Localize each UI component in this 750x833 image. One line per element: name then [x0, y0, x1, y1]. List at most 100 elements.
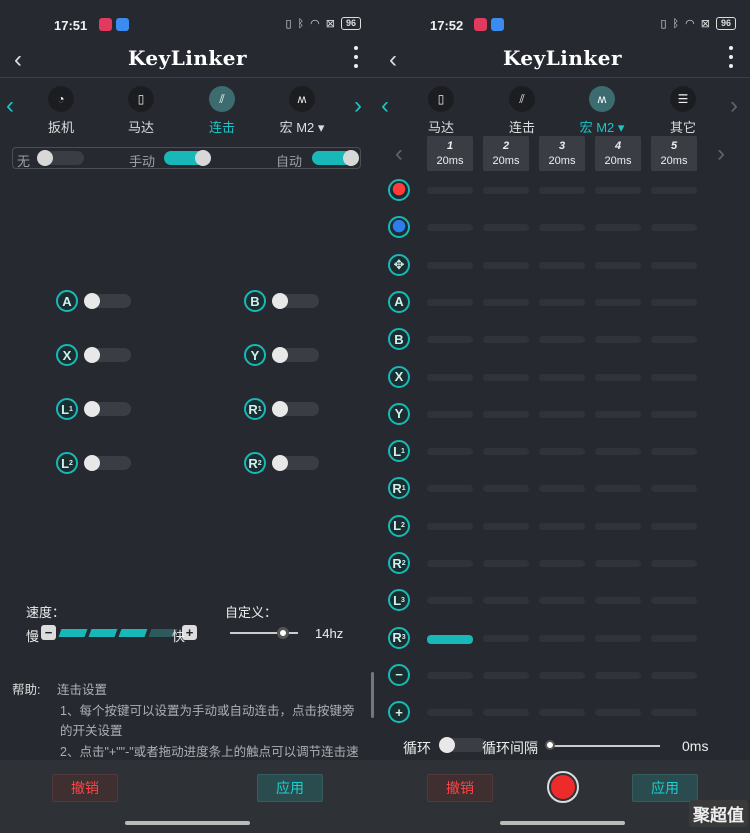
macro-cell[interactable]	[651, 709, 697, 717]
macro-cell[interactable]	[427, 336, 473, 344]
macro-cell[interactable]	[651, 634, 697, 642]
macro-cell[interactable]	[651, 187, 697, 194]
macro-cell[interactable]	[483, 522, 529, 530]
loop-interval-knob[interactable]	[545, 740, 555, 750]
macro-cell[interactable]	[651, 560, 697, 567]
macro-cell[interactable]	[539, 373, 585, 381]
turbo-toggle-r1[interactable]	[272, 401, 319, 417]
macro-cell[interactable]	[427, 485, 473, 493]
macro-cell[interactable]	[595, 298, 641, 306]
macro-cell[interactable]	[595, 224, 641, 232]
macro-cell[interactable]	[483, 224, 529, 232]
macro-cell[interactable]	[539, 410, 585, 418]
macro-cell[interactable]	[427, 261, 473, 269]
macro-cell[interactable]	[483, 671, 529, 679]
cancel-button[interactable]: 撤销	[52, 774, 118, 802]
macro-cell[interactable]	[539, 560, 585, 567]
macro-cell[interactable]	[483, 298, 529, 306]
macro-cell[interactable]	[539, 522, 585, 530]
tab-macro[interactable]: ʍ 宏 M2 ▾	[272, 86, 332, 136]
tab-turbo[interactable]: ⫽ 连击	[492, 86, 552, 136]
macro-cell[interactable]	[427, 298, 473, 306]
macro-cell[interactable]	[483, 373, 529, 381]
macro-cell[interactable]	[539, 597, 585, 605]
macro-cell[interactable]	[595, 709, 641, 717]
tab-vibration[interactable]: ▯ 马达	[111, 86, 171, 136]
macro-cell[interactable]	[483, 336, 529, 344]
apply-button[interactable]: 应用	[632, 774, 698, 802]
macro-cell[interactable]	[427, 671, 473, 679]
macro-cell[interactable]	[651, 410, 697, 418]
macro-cell[interactable]	[483, 485, 529, 493]
macro-cell[interactable]	[595, 485, 641, 493]
macro-cell[interactable]	[427, 522, 473, 530]
macro-cell[interactable]	[595, 410, 641, 418]
macro-cell[interactable]	[427, 410, 473, 418]
macro-cell[interactable]	[539, 448, 585, 456]
macro-cell[interactable]	[427, 373, 473, 381]
steps-prev-arrow[interactable]: ‹	[395, 140, 403, 168]
tab-macro[interactable]: ʍ 宏 M2 ▾	[572, 86, 632, 136]
macro-cell[interactable]	[651, 261, 697, 269]
macro-cell[interactable]	[595, 261, 641, 269]
macro-cell[interactable]	[595, 336, 641, 344]
apply-button[interactable]: 应用	[257, 774, 323, 802]
turbo-toggle-l2[interactable]	[84, 455, 131, 471]
cancel-button[interactable]: 撤销	[427, 774, 493, 802]
turbo-toggle-y[interactable]	[272, 347, 319, 363]
mode-manual-toggle[interactable]	[164, 150, 211, 166]
mode-auto-toggle[interactable]	[312, 150, 359, 166]
macro-cell[interactable]	[427, 448, 473, 456]
macro-cell[interactable]	[595, 448, 641, 456]
tab-vibration[interactable]: ▯ 马达	[411, 86, 471, 136]
loop-toggle[interactable]	[439, 737, 486, 753]
macro-cell[interactable]	[427, 187, 473, 194]
more-options-icon[interactable]	[353, 46, 359, 68]
macro-cell[interactable]	[539, 709, 585, 717]
macro-cell[interactable]	[651, 298, 697, 306]
macro-cell[interactable]	[651, 597, 697, 605]
loop-interval-slider[interactable]	[550, 745, 660, 747]
more-options-icon[interactable]	[728, 46, 734, 68]
macro-cell[interactable]	[595, 522, 641, 530]
macro-cell[interactable]	[539, 634, 585, 642]
macro-cell[interactable]	[483, 448, 529, 456]
macro-cell[interactable]	[595, 560, 641, 567]
macro-cell[interactable]	[483, 410, 529, 418]
turbo-toggle-b[interactable]	[272, 293, 319, 309]
macro-cell-active[interactable]	[427, 634, 473, 644]
macro-cell[interactable]	[483, 634, 529, 642]
macro-cell[interactable]	[539, 298, 585, 306]
macro-step[interactable]: 1 20ms	[427, 136, 473, 171]
macro-cell[interactable]	[539, 485, 585, 493]
speed-minus-button[interactable]: −	[41, 625, 56, 640]
macro-cell[interactable]	[595, 634, 641, 642]
turbo-toggle-l1[interactable]	[84, 401, 131, 417]
macro-cell[interactable]	[483, 187, 529, 194]
macro-cell[interactable]	[651, 373, 697, 381]
macro-step[interactable]: 3 20ms	[539, 136, 585, 171]
macro-cell[interactable]	[651, 671, 697, 679]
home-indicator[interactable]	[125, 821, 250, 825]
macro-cell[interactable]	[427, 709, 473, 717]
macro-cell[interactable]	[595, 597, 641, 605]
macro-cell[interactable]	[539, 261, 585, 269]
macro-cell[interactable]	[651, 448, 697, 456]
tab-turbo[interactable]: ⫽ 连击	[192, 86, 252, 136]
macro-cell[interactable]	[539, 224, 585, 232]
tab-other[interactable]: ☰ 其它	[653, 86, 713, 136]
macro-cell[interactable]	[427, 597, 473, 605]
turbo-toggle-x[interactable]	[84, 347, 131, 363]
macro-cell[interactable]	[595, 373, 641, 381]
macro-cell[interactable]	[483, 597, 529, 605]
macro-cell[interactable]	[651, 224, 697, 232]
custom-slider-knob[interactable]	[277, 627, 290, 639]
macro-step[interactable]: 5 20ms	[651, 136, 697, 171]
help-scrollbar[interactable]	[371, 672, 374, 718]
macro-cell[interactable]	[651, 522, 697, 530]
macro-cell[interactable]	[483, 261, 529, 269]
macro-step[interactable]: 4 20ms	[595, 136, 641, 171]
macro-cell[interactable]	[595, 671, 641, 679]
macro-cell[interactable]	[539, 187, 585, 194]
record-button[interactable]	[547, 771, 579, 803]
